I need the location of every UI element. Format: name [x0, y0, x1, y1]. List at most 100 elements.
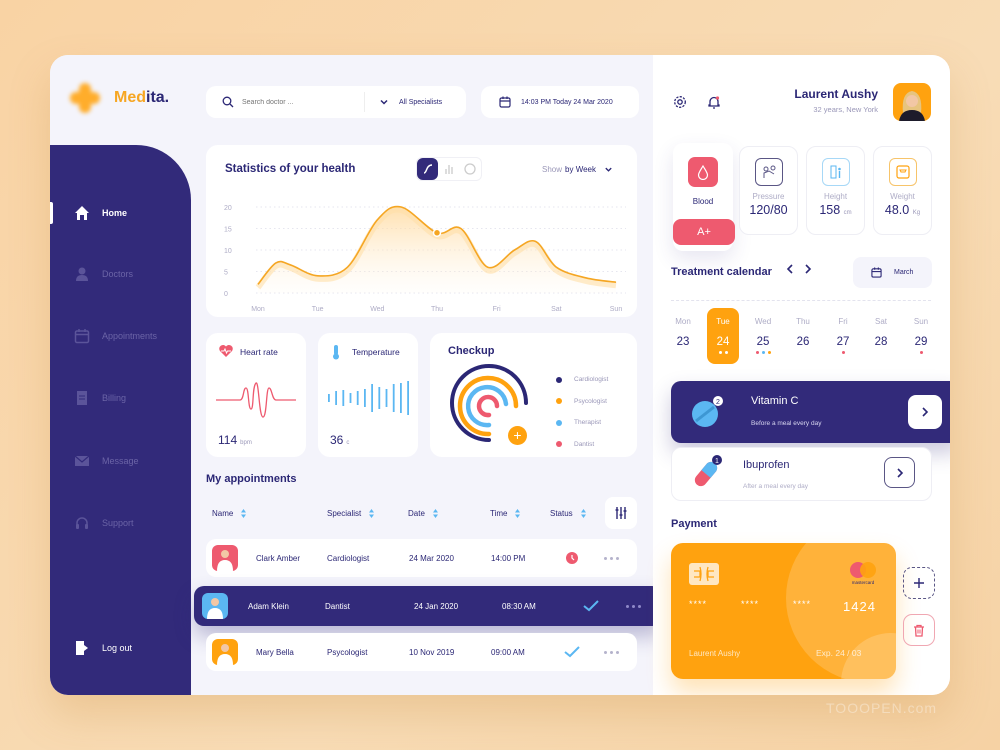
chevron-left-icon[interactable]: [786, 264, 794, 274]
sidebar-item-message[interactable]: Message: [50, 446, 191, 476]
calendar-nav: [786, 264, 812, 274]
column-header-specialist[interactable]: Specialist: [327, 509, 375, 518]
logo[interactable]: Medita.: [70, 83, 169, 113]
day-number: 28: [874, 336, 888, 348]
svg-text:2: 2: [716, 399, 720, 406]
blood-card[interactable]: Blood A+: [673, 143, 735, 251]
calendar-day[interactable]: Sun 29: [905, 308, 937, 364]
cell-name: Clark Amber: [256, 553, 301, 563]
weight-label: Weight: [890, 192, 915, 201]
weight-card[interactable]: Weight 48.0 Kg: [873, 146, 932, 235]
ring-dantist: [476, 394, 500, 418]
event-dot: [718, 351, 722, 354]
credit-card[interactable]: mastercard **** **** **** 1424 Laurent A…: [671, 543, 896, 679]
watermark: TOOOPEN.com: [826, 700, 938, 716]
avatar[interactable]: [893, 83, 931, 121]
table-row[interactable]: Mary Bella Psycologist 10 Nov 2019 09:00…: [206, 633, 637, 671]
medication-card-vitamin-c[interactable]: 2 Vitamin C Before a meal every day: [671, 381, 950, 443]
donut-chart-toggle[interactable]: [460, 158, 481, 180]
event-dot: [767, 351, 771, 354]
chart-type-switch: [416, 157, 482, 181]
health-stats-card: Statistics of your health Show by Week 0 5…: [206, 145, 637, 317]
med-name: Ibuprofen: [743, 459, 790, 471]
specialist-select[interactable]: All Specialists: [399, 99, 442, 106]
divider: [671, 300, 931, 301]
search-input[interactable]: [242, 98, 352, 106]
cell-time: 09:00 AM: [491, 647, 525, 657]
x-tick-label: Fri: [493, 306, 502, 313]
open-med-button[interactable]: [884, 457, 915, 488]
show-value: by Week: [565, 165, 596, 174]
month-label: March: [894, 269, 914, 276]
chevron-down-icon: [605, 167, 612, 172]
line-chart-toggle[interactable]: [417, 158, 439, 180]
temp-bar: [364, 389, 366, 407]
show-by-dropdown[interactable]: Show by Week: [542, 165, 613, 174]
column-header-name[interactable]: Name: [212, 509, 247, 518]
sidebar-item-appointments[interactable]: Appointments: [50, 321, 191, 351]
month-picker[interactable]: March: [853, 257, 932, 288]
sidebar-item-home[interactable]: Home: [50, 198, 191, 228]
pressure-card[interactable]: Pressure 120/80: [739, 146, 798, 235]
calendar-day[interactable]: Fri 27: [827, 308, 859, 364]
column-header-time[interactable]: Time: [490, 509, 521, 518]
y-tick-label: 5: [224, 270, 228, 277]
more-options-button[interactable]: [604, 556, 619, 560]
cell-name: Mary Bella: [256, 647, 294, 657]
calendar-day[interactable]: Wed 25: [747, 308, 779, 364]
delete-card-button[interactable]: [903, 614, 935, 646]
cell-date: 24 Jan 2020: [414, 601, 459, 611]
thermometer-icon: [333, 345, 339, 360]
cell-time: 14:00 PM: [491, 553, 526, 563]
bell-icon[interactable]: [707, 95, 721, 109]
chevron-down-icon[interactable]: [379, 97, 389, 107]
day-name: Sun: [913, 317, 929, 326]
search-bar: All Specialists: [206, 86, 466, 118]
table-row-selected[interactable]: Adam Klein Dantist 24 Jan 2020 08:30 AM: [194, 586, 662, 626]
scale-icon: [888, 158, 917, 186]
more-options-button[interactable]: [604, 650, 619, 654]
day-number: 24: [716, 336, 730, 348]
height-icon: [821, 158, 850, 186]
card-expiry: Exp. 24 / 03: [816, 648, 862, 658]
calendar-day[interactable]: Tue 24: [707, 308, 739, 364]
chevron-right-icon[interactable]: [804, 264, 812, 274]
add-checkup-button[interactable]: +: [508, 426, 527, 445]
calendar-day[interactable]: Mon 23: [667, 308, 699, 364]
heart-rate-value: 114 bpm: [218, 433, 252, 447]
sort-icon: [515, 509, 521, 518]
sidebar-item-support[interactable]: Support: [50, 508, 191, 538]
table-row[interactable]: Clark Amber Cardiologist 24 Mar 2020 14:…: [206, 539, 637, 577]
day-name: Thu: [796, 317, 810, 326]
more-options-button[interactable]: [626, 604, 641, 608]
sidebar-item-doctors[interactable]: Doctors: [50, 259, 191, 289]
temp-bar: [328, 394, 330, 402]
calendar-day[interactable]: Thu 26: [787, 308, 819, 364]
bar-chart-toggle[interactable]: [438, 158, 459, 180]
column-header-date[interactable]: Date: [408, 509, 438, 518]
logout-button[interactable]: Log out: [50, 633, 191, 663]
day-name: Wed: [754, 317, 772, 326]
calendar-day[interactable]: Sat 28: [865, 308, 897, 364]
legend-dot: [556, 419, 562, 426]
event-dot: [919, 351, 923, 354]
legend-item: Dantist: [556, 434, 608, 456]
x-tick-label: Wed: [370, 306, 384, 313]
gear-icon[interactable]: [673, 95, 687, 109]
filter-button[interactable]: [605, 497, 637, 529]
add-card-button[interactable]: [903, 567, 935, 599]
open-med-button[interactable]: [908, 395, 942, 429]
highlight-point[interactable]: [432, 228, 442, 238]
line-chart-icon: [423, 164, 432, 174]
day-number: 27: [836, 336, 850, 348]
height-card[interactable]: Height 158 cm: [806, 146, 865, 235]
medication-card-ibuprofen[interactable]: 1 Ibuprofen After a meal every day: [671, 447, 932, 501]
column-header-status[interactable]: Status: [550, 509, 586, 518]
card-number-group: ****: [689, 599, 708, 609]
checkup-card: Checkup + Cardiologist Psycologist Thera…: [430, 333, 637, 457]
sort-icon: [580, 509, 586, 518]
day-number: 29: [914, 336, 928, 348]
sidebar-item-billing[interactable]: Billing: [50, 383, 191, 413]
x-tick-label: Tue: [312, 306, 324, 313]
temp-bar: [385, 389, 388, 407]
